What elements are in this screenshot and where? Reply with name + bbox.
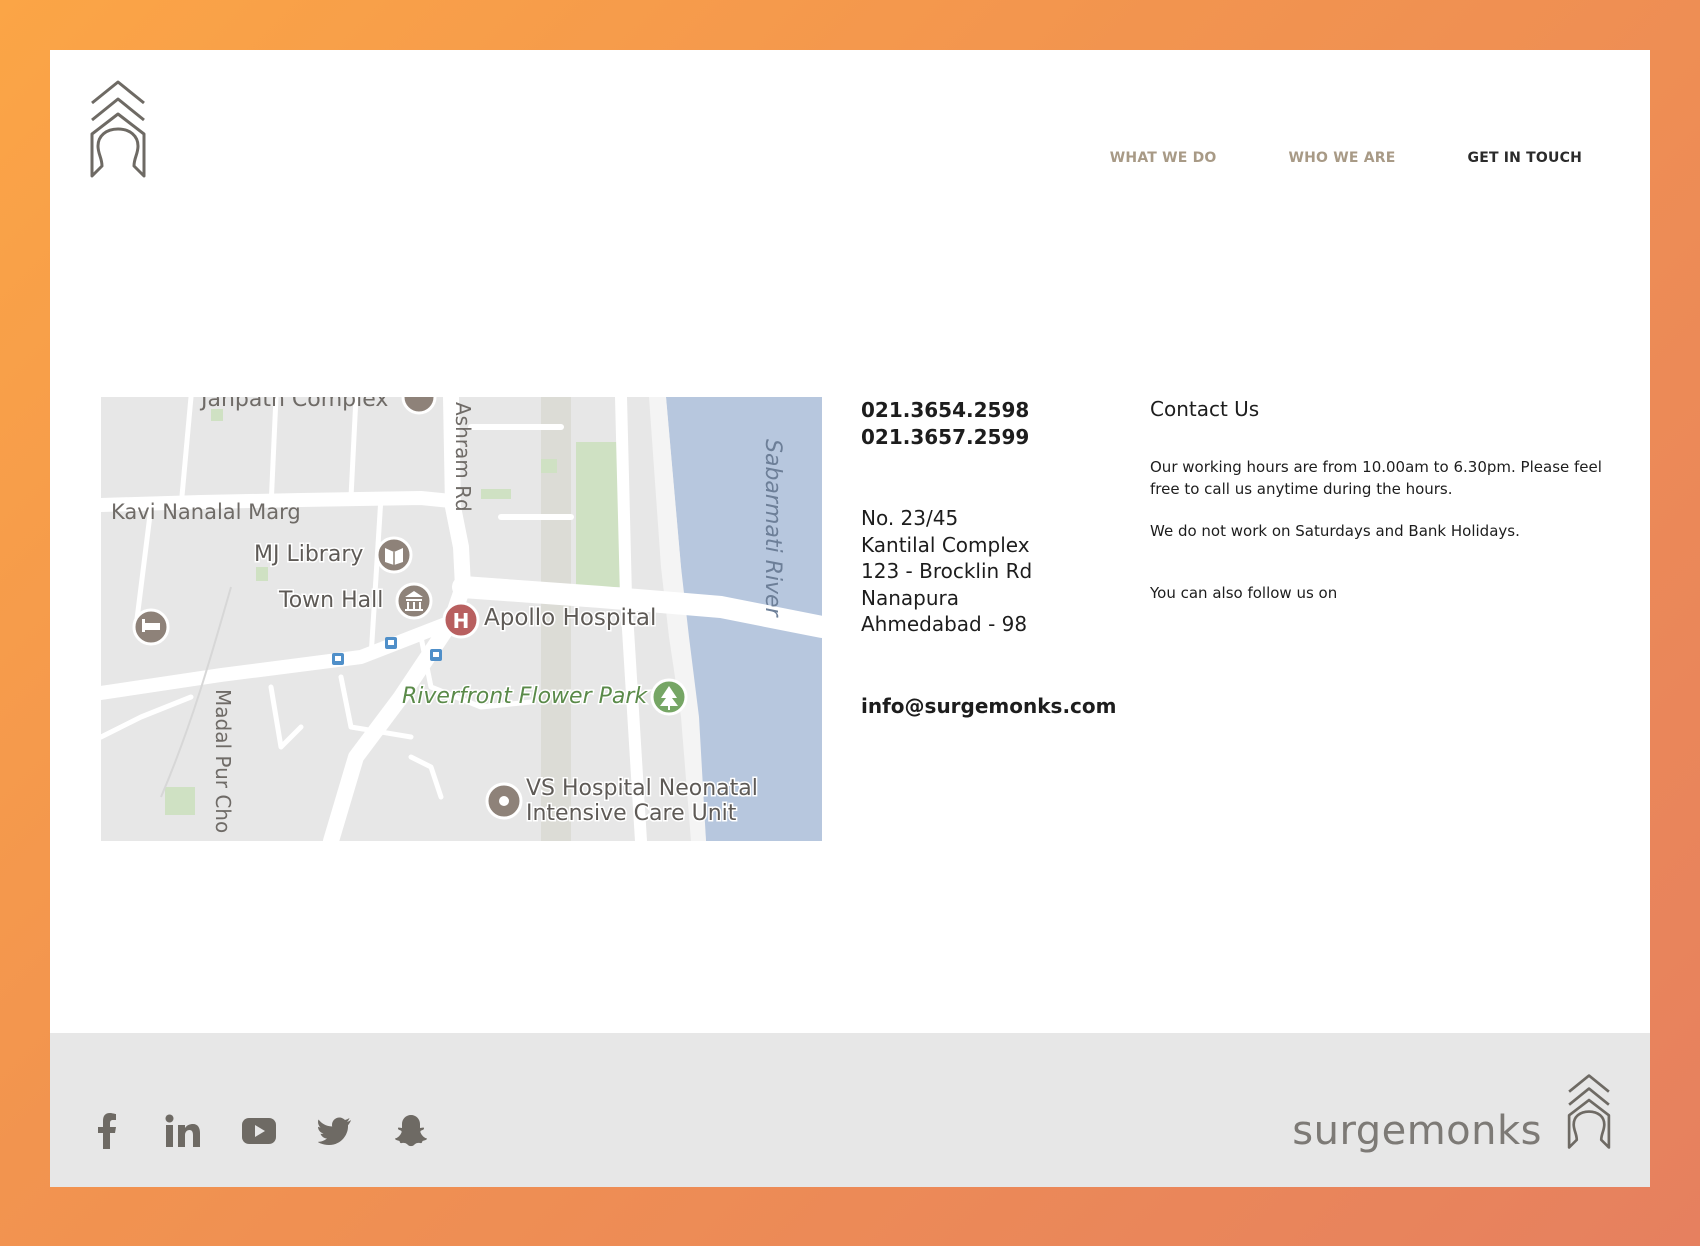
- hospital-icon[interactable]: H: [442, 601, 480, 639]
- svg-text:Apollo Hospital: Apollo Hospital: [484, 605, 656, 631]
- map-label-madal: Madal Pur Cho: [211, 689, 235, 833]
- email-link[interactable]: info@surgemonks.com: [861, 694, 1121, 718]
- town-hall-icon[interactable]: [395, 582, 433, 620]
- place-pin-icon[interactable]: [485, 782, 523, 820]
- contact-details: 021.3654.2598 021.3657.2599 No. 23/45 Ka…: [861, 397, 1121, 718]
- svg-text:H: H: [453, 609, 470, 633]
- page: WHAT WE DO WHO WE ARE GET IN TOUCH Janpa…: [50, 50, 1650, 1187]
- twitter-icon[interactable]: [312, 1111, 358, 1151]
- facebook-icon[interactable]: [84, 1111, 130, 1151]
- map-label-river: Sabarmati River: [760, 439, 785, 619]
- map-label-janpath: Janpath Complex: [199, 397, 388, 412]
- holidays-text: We do not work on Saturdays and Bank Hol…: [1150, 522, 1520, 540]
- nav-who-we-are[interactable]: WHO WE ARE: [1289, 150, 1396, 166]
- library-icon[interactable]: [375, 536, 413, 574]
- address-line: 123 - Brocklin Rd: [861, 559, 1033, 583]
- address-line: Ahmedabad - 98: [861, 612, 1028, 636]
- address-line: Kantilal Complex: [861, 532, 1030, 557]
- surgemonks-logo-icon[interactable]: [88, 76, 148, 178]
- nav-what-we-do[interactable]: WHAT WE DO: [1110, 150, 1217, 166]
- follow-text: You can also follow us on: [1150, 584, 1338, 602]
- working-hours-text: Our working hours are from 10.00am to 6.…: [1150, 458, 1602, 498]
- svg-text:Riverfront Flower Park: Riverfront Flower Park: [402, 684, 648, 709]
- svg-text:VS Hospital Neonatal: VS Hospital Neonatal: [526, 776, 758, 801]
- surgemonks-footer-logo-icon[interactable]: [1566, 1071, 1612, 1149]
- location-map[interactable]: Janpath Complex Ashram Rd Kavi Nanalal M…: [101, 397, 822, 841]
- youtube-icon[interactable]: [236, 1111, 282, 1151]
- phone-number[interactable]: 021.3657.2599: [861, 424, 1121, 451]
- contact-title: Contact Us: [1150, 397, 1260, 421]
- snapchat-icon[interactable]: [388, 1111, 434, 1151]
- park-icon[interactable]: [650, 678, 688, 716]
- main-nav: WHAT WE DO WHO WE ARE GET IN TOUCH: [1038, 150, 1582, 166]
- address-line: No. 23/45: [861, 506, 959, 530]
- map-label-ashram-rd: Ashram Rd: [451, 402, 475, 512]
- hotel-icon[interactable]: [132, 608, 170, 646]
- brand-name: surgemonks: [1292, 1108, 1542, 1154]
- svg-text:MJ Library: MJ Library: [254, 542, 363, 567]
- footer: surgemonks: [50, 1033, 1650, 1187]
- address-line: Nanapura: [861, 585, 959, 610]
- address-block: No. 23/45 Kantilal Complex 123 - Brockli…: [861, 505, 1121, 638]
- contact-info: Contact Us Our working hours are from 10…: [1150, 397, 1610, 617]
- phone-number[interactable]: 021.3654.2598: [861, 397, 1121, 424]
- svg-text:Intensive Care Unit: Intensive Care Unit: [526, 801, 737, 826]
- linkedin-icon[interactable]: [160, 1111, 206, 1151]
- social-links: [84, 1111, 464, 1151]
- map-label-kavi-nanalal-marg: Kavi Nanalal Marg: [111, 500, 301, 524]
- svg-text:Town Hall: Town Hall: [278, 588, 383, 613]
- nav-get-in-touch[interactable]: GET IN TOUCH: [1468, 150, 1583, 166]
